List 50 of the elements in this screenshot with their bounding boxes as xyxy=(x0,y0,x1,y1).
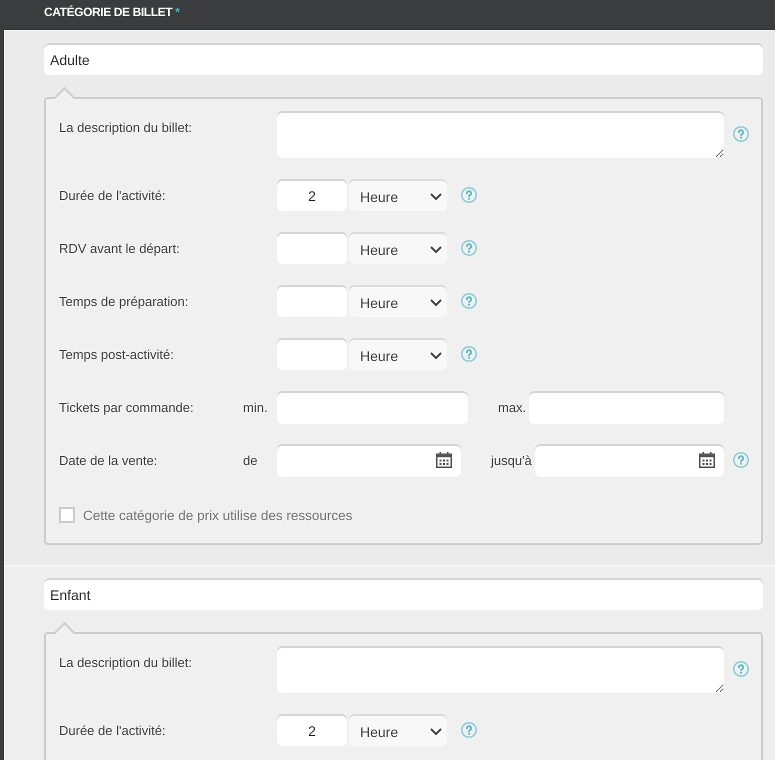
help-icon[interactable] xyxy=(733,126,749,142)
to-label: max. xyxy=(498,400,526,414)
max-field[interactable] xyxy=(529,390,724,424)
help-icon[interactable] xyxy=(733,661,749,677)
date-field[interactable] xyxy=(534,444,724,476)
duration-field[interactable]: 2 xyxy=(277,179,347,211)
chevron-icon xyxy=(430,352,442,360)
checkbox[interactable] xyxy=(59,507,75,523)
checkbox-label: Cette catégorie de prix utilise des ressources xyxy=(83,508,352,522)
unit-select[interactable]: Heure xyxy=(349,179,447,211)
field-label: Durée de l'activité: xyxy=(59,188,167,202)
calendar-icon[interactable] xyxy=(436,452,452,468)
description-field[interactable] xyxy=(277,111,724,158)
help-icon[interactable] xyxy=(461,187,477,203)
field-label: Tickets par commande: xyxy=(59,400,195,414)
from-label: de xyxy=(243,452,258,468)
unit-select[interactable]: Heure xyxy=(349,714,447,746)
date-field[interactable] xyxy=(277,444,461,476)
section-title: CATÉGORIE DE BILLET xyxy=(44,5,172,19)
chevron-icon xyxy=(430,298,442,306)
from-label: min. xyxy=(243,400,269,414)
help-icon[interactable] xyxy=(461,293,477,309)
help-icon[interactable] xyxy=(461,240,477,256)
field-label: La description du billet: xyxy=(59,654,193,670)
duration-field[interactable]: 2 xyxy=(277,714,347,746)
chevron-icon xyxy=(430,246,442,254)
duration-field[interactable] xyxy=(277,338,347,370)
duration-field[interactable] xyxy=(277,232,347,264)
field-label: La description du billet: xyxy=(59,119,193,135)
unit-select[interactable]: Heure xyxy=(349,232,447,264)
duration-field[interactable] xyxy=(277,285,347,317)
chevron-icon xyxy=(430,728,442,736)
field-label: Durée de l'activité: xyxy=(59,722,167,738)
calendar-icon[interactable] xyxy=(699,452,715,468)
chevron-icon xyxy=(430,192,442,200)
field-label: Date de la vente: xyxy=(59,452,158,468)
required-mark: * xyxy=(175,5,180,19)
field-label: RDV avant le départ: xyxy=(59,240,181,256)
to-label: jusqu'à xyxy=(491,452,532,468)
unit-select[interactable]: Heure xyxy=(349,338,447,370)
field-label: Temps post-activité: xyxy=(59,346,175,362)
field-label: Temps de préparation: xyxy=(59,294,190,308)
help-icon[interactable] xyxy=(733,452,749,468)
unit-select[interactable]: Heure xyxy=(349,285,447,317)
help-icon[interactable] xyxy=(461,722,477,738)
help-icon[interactable] xyxy=(461,346,477,362)
description-field[interactable] xyxy=(277,646,724,693)
category-name-field[interactable]: Enfant xyxy=(44,578,763,610)
min-field[interactable] xyxy=(277,390,468,424)
category-name-field[interactable]: Adulte xyxy=(44,43,763,75)
